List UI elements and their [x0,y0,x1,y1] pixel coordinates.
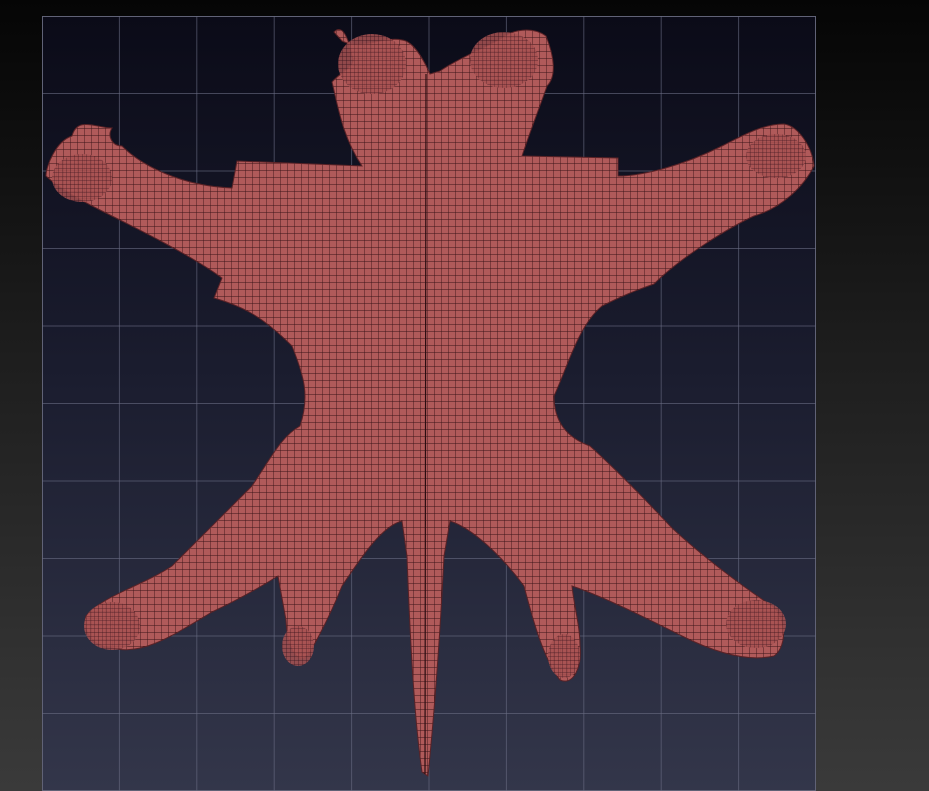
uv-editor-viewport[interactable] [42,16,816,791]
uv-detail-hand-right [746,134,806,178]
uv-island-body[interactable] [45,29,815,777]
uv-detail-head-left [338,34,406,94]
uv-detail-foot-left [84,602,140,650]
uv-detail-knee-right [548,634,580,678]
uv-canvas[interactable] [42,16,816,791]
uv-detail-head-right [470,32,538,88]
uv-detail-knee-left [282,626,314,666]
uv-detail-foot-right [726,600,786,648]
uv-detail-hand-left [52,154,112,202]
uv-shell-main[interactable] [45,29,815,777]
app-window [0,0,929,791]
